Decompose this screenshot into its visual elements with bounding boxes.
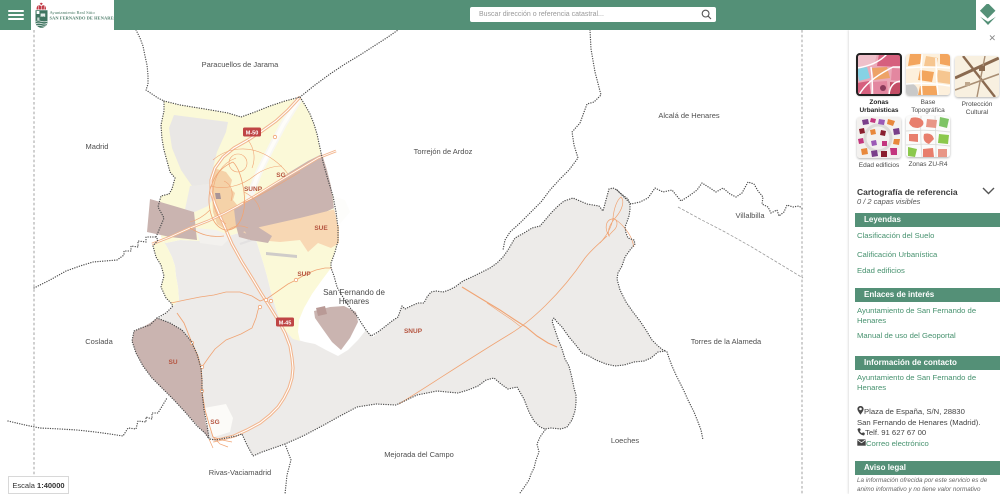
svg-text:SG: SG xyxy=(276,172,285,179)
svg-text:SUNP: SUNP xyxy=(244,186,263,193)
svg-text:Alcalá de Henares: Alcalá de Henares xyxy=(658,111,720,120)
svg-text:SUP: SUP xyxy=(297,271,311,278)
svg-text:Torres de la Alameda: Torres de la Alameda xyxy=(691,337,762,346)
svg-text:SAN FERNANDO DE HENARES: SAN FERNANDO DE HENARES xyxy=(50,15,115,20)
svg-text:M-45: M-45 xyxy=(279,320,292,326)
svg-text:SU: SU xyxy=(168,359,177,366)
svg-text:San Fernando de: San Fernando de xyxy=(323,288,385,297)
svg-text:Villalbilla: Villalbilla xyxy=(735,211,765,220)
svg-text:Paracuellos de Jarama: Paracuellos de Jarama xyxy=(202,60,280,69)
svg-text:Madrid: Madrid xyxy=(86,142,109,151)
svg-text:Loeches: Loeches xyxy=(611,436,640,445)
svg-text:SG: SG xyxy=(210,419,219,426)
svg-text:Mejorada del Campo: Mejorada del Campo xyxy=(384,450,454,459)
svg-text:Ayuntamiento Real Sitio: Ayuntamiento Real Sitio xyxy=(50,10,96,15)
svg-text:SNUP: SNUP xyxy=(404,328,423,335)
svg-text:SUE: SUE xyxy=(314,225,328,232)
svg-text:Rivas-Vaciamadrid: Rivas-Vaciamadrid xyxy=(209,468,271,477)
svg-text:Torrejón de Ardoz: Torrejón de Ardoz xyxy=(414,147,473,156)
svg-text:Coslada: Coslada xyxy=(85,337,113,346)
svg-text:M-50: M-50 xyxy=(246,130,259,136)
svg-text:Henares: Henares xyxy=(339,297,369,306)
